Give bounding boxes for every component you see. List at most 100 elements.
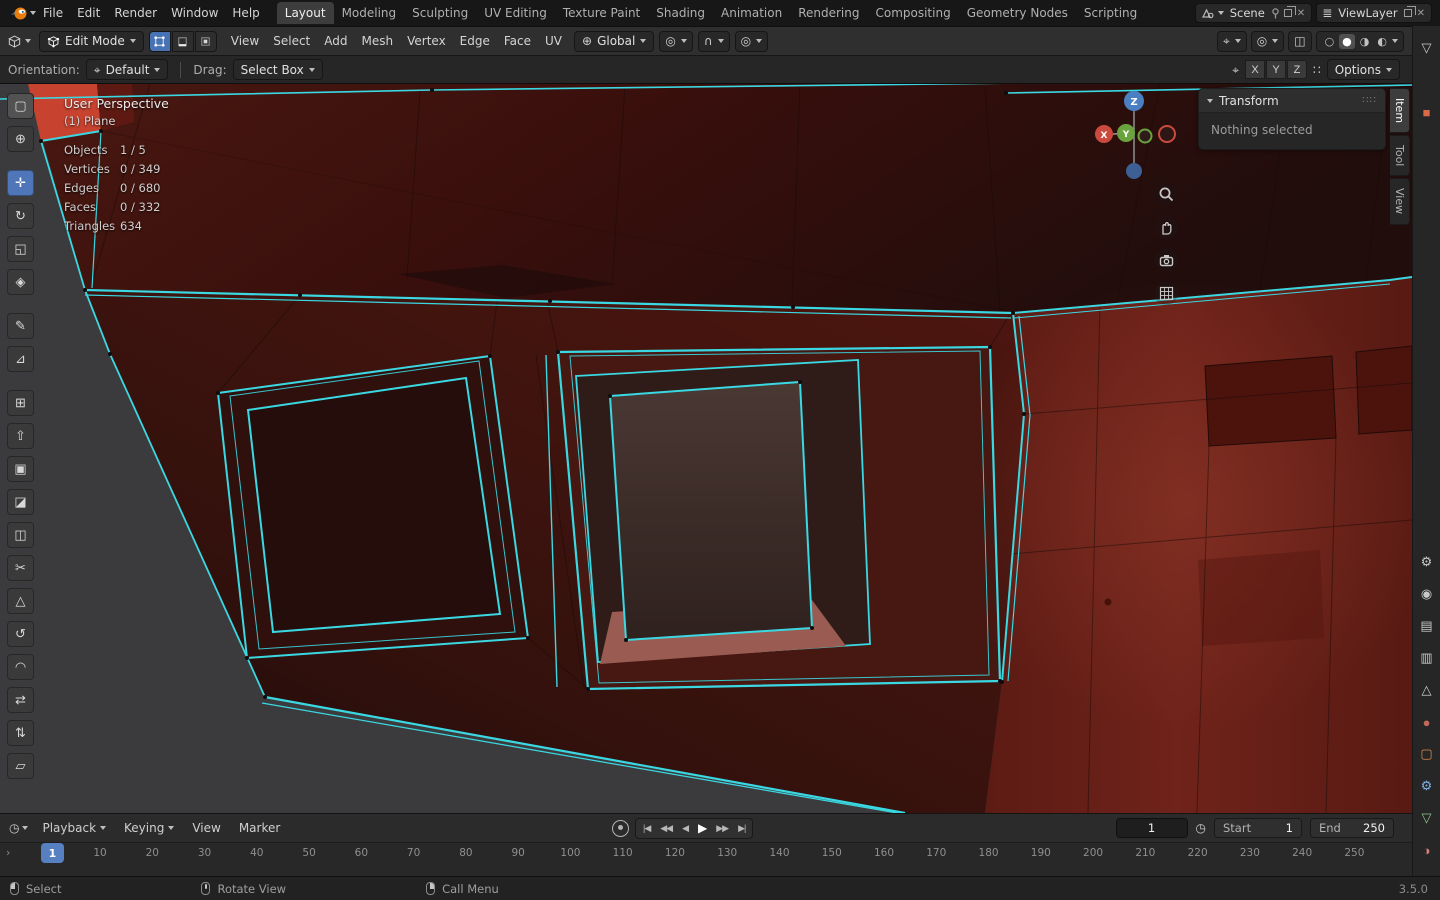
remove-viewlayer-icon[interactable]: ✕ bbox=[1416, 8, 1426, 19]
pivot-point-dropdown[interactable]: ◎ bbox=[659, 30, 693, 52]
edge-select-button[interactable] bbox=[171, 30, 194, 52]
camera-view-button[interactable] bbox=[1154, 248, 1178, 272]
topbar-menu[interactable]: Window bbox=[164, 3, 225, 23]
tool-button-rotate[interactable]: ↻ bbox=[7, 203, 34, 229]
show-overlays-dropdown[interactable]: ◎ bbox=[1250, 30, 1285, 52]
solid-shading-button[interactable]: ● bbox=[1339, 33, 1355, 49]
drag-dropdown[interactable]: Select Box bbox=[232, 59, 323, 80]
snapping-dropdown[interactable]: ∩ bbox=[697, 30, 730, 52]
pan-button[interactable] bbox=[1154, 215, 1178, 239]
tool-button-poly-build[interactable]: △ bbox=[7, 588, 34, 614]
topbar-menu[interactable]: Render bbox=[107, 3, 164, 23]
tool-button-bevel[interactable]: ◪ bbox=[7, 489, 34, 515]
transport-button-next-keyframe[interactable]: ▶▶ bbox=[711, 821, 733, 836]
properties-tab-data[interactable]: ▽ bbox=[1415, 806, 1439, 830]
properties-tab-tool[interactable]: ⚙ bbox=[1415, 550, 1439, 574]
properties-tab-material[interactable]: ◑ bbox=[1415, 838, 1439, 862]
properties-tab-output[interactable]: ▤ bbox=[1415, 614, 1439, 638]
workspace-tab[interactable]: Sculpting bbox=[404, 2, 476, 24]
zoom-button[interactable] bbox=[1154, 182, 1178, 206]
workspace-tab[interactable]: Layout bbox=[276, 2, 334, 24]
tool-button-transform[interactable]: ◈ bbox=[7, 269, 34, 295]
topbar-menu[interactable]: Edit bbox=[70, 3, 107, 23]
tool-button-move[interactable]: ✛ bbox=[7, 170, 34, 196]
tool-button-add-cube[interactable]: ⊞ bbox=[7, 390, 34, 416]
timeline-ruler[interactable]: › 1 10 20 30 40 50 60 70 80 90 100 110 120 130 140 150… bbox=[0, 842, 1440, 876]
preview-range-clock-icon[interactable]: ◷ bbox=[1196, 822, 1206, 834]
start-frame-field[interactable]: Start 1 bbox=[1214, 818, 1302, 838]
viewport-menu[interactable]: Face bbox=[497, 31, 538, 51]
properties-tab-modifiers[interactable]: ⚙ bbox=[1415, 774, 1439, 798]
properties-tab-view-layer[interactable]: ▥ bbox=[1415, 646, 1439, 670]
orientation-default-dropdown[interactable]: ⌖ Default bbox=[85, 59, 169, 80]
viewport-menu[interactable]: Mesh bbox=[355, 31, 401, 51]
tool-button-tweak-select[interactable]: ▢ bbox=[7, 93, 34, 119]
tool-button-inset-faces[interactable]: ▣ bbox=[7, 456, 34, 482]
workspace-tab[interactable]: Compositing bbox=[867, 2, 958, 24]
timeline-view-menu[interactable]: View bbox=[185, 818, 227, 838]
gizmo-y-neg-axis[interactable] bbox=[1137, 128, 1153, 144]
tool-button-measure[interactable]: ⊿ bbox=[7, 346, 34, 372]
tool-button-annotate[interactable]: ✎ bbox=[7, 313, 34, 339]
show-gizmo-dropdown[interactable]: ⌖ bbox=[1216, 30, 1247, 52]
playhead[interactable]: 1 bbox=[41, 843, 64, 863]
viewport-menu[interactable]: View bbox=[224, 31, 266, 51]
viewlayer-selector[interactable]: ≣ ViewLayer ✕ bbox=[1316, 3, 1432, 23]
strip-icon-filter[interactable]: ▽ bbox=[1415, 36, 1439, 60]
viewport-menu[interactable]: Vertex bbox=[400, 31, 453, 51]
topbar-menu[interactable]: Help bbox=[225, 3, 266, 23]
tool-button-smooth[interactable]: ◠ bbox=[7, 654, 34, 680]
viewport-menu[interactable]: Select bbox=[266, 31, 317, 51]
editor-type-button[interactable] bbox=[4, 32, 34, 51]
strip-icon-active-object[interactable]: ■ bbox=[1415, 100, 1439, 124]
orientation-dropdown[interactable]: ⊕ Global bbox=[574, 30, 655, 52]
properties-tab-object[interactable]: ▢ bbox=[1415, 742, 1439, 766]
tool-button-cursor[interactable]: ⊕ bbox=[7, 126, 34, 152]
transport-button-play[interactable]: ▶ bbox=[693, 819, 711, 837]
current-frame-field[interactable]: 1 bbox=[1115, 818, 1188, 838]
properties-tab-scene[interactable]: △ bbox=[1415, 678, 1439, 702]
workspace-tab[interactable]: Rendering bbox=[790, 2, 867, 24]
shading-caret-icon[interactable] bbox=[1392, 39, 1398, 43]
face-select-button[interactable] bbox=[194, 30, 217, 52]
timeline-editor-type-button[interactable]: ◷ bbox=[6, 820, 31, 836]
properties-tab-render[interactable]: ◉ bbox=[1415, 582, 1439, 606]
scene-selector[interactable]: Scene ✕ bbox=[1194, 3, 1313, 23]
3d-viewport[interactable]: ▢ ⊕ ✛ ↻ ◱ ◈ ✎ ⊿ ⊞ ⇧ ▣ ◪ ◫ ✂ △ ↺ ◠ ⇄ ⇅ ▱ User Perspective (1… bbox=[0, 84, 1412, 813]
blender-logo-icon[interactable] bbox=[10, 4, 28, 22]
tool-button-shear[interactable]: ▱ bbox=[7, 753, 34, 779]
gizmo-z-neg-axis[interactable] bbox=[1126, 163, 1142, 179]
proportional-editing-dropdown[interactable]: ◎ bbox=[734, 30, 769, 52]
workspace-tab[interactable]: Animation bbox=[713, 2, 790, 24]
auto-keying-toggle[interactable] bbox=[612, 819, 629, 837]
xray-toggle[interactable]: ◫ bbox=[1288, 30, 1312, 52]
transport-button-prev-frame[interactable]: ◀ bbox=[677, 821, 693, 836]
properties-tab-world[interactable]: ● bbox=[1415, 710, 1439, 734]
mode-dropdown[interactable]: Edit Mode bbox=[39, 30, 144, 52]
tool-button-shrink-fatten[interactable]: ⇅ bbox=[7, 720, 34, 746]
transport-button-jump-to-end[interactable]: ▶| bbox=[733, 821, 750, 836]
topbar-menu[interactable]: File bbox=[36, 3, 70, 23]
wireframe-shading-button[interactable]: ○ bbox=[1322, 34, 1338, 49]
options-dropdown[interactable]: Options bbox=[1326, 59, 1400, 80]
tool-button-knife[interactable]: ✂ bbox=[7, 555, 34, 581]
workspace-tab[interactable]: UV Editing bbox=[476, 2, 555, 24]
marker-menu[interactable]: Marker bbox=[232, 818, 287, 838]
workspace-tab[interactable]: Scripting bbox=[1076, 2, 1145, 24]
playback-menu[interactable]: Playback bbox=[35, 818, 113, 838]
mirror-axis-toggle[interactable]: X bbox=[1245, 60, 1266, 79]
vertex-select-button[interactable] bbox=[148, 30, 171, 52]
new-viewlayer-icon[interactable] bbox=[1403, 6, 1416, 17]
transform-pivot-icon[interactable]: ⌖ bbox=[1232, 64, 1239, 76]
mirror-axis-toggle[interactable]: Z bbox=[1287, 60, 1308, 79]
workspace-tab[interactable]: Shading bbox=[648, 2, 713, 24]
end-frame-field[interactable]: End 250 bbox=[1310, 818, 1394, 838]
unlink-scene-icon[interactable]: ✕ bbox=[1296, 8, 1306, 19]
tool-button-edge-slide[interactable]: ⇄ bbox=[7, 687, 34, 713]
tool-button-spin[interactable]: ↺ bbox=[7, 621, 34, 647]
snap-target-icon[interactable]: ∷ bbox=[1313, 64, 1321, 76]
tool-button-loop-cut[interactable]: ◫ bbox=[7, 522, 34, 548]
ortho-perspective-button[interactable] bbox=[1154, 281, 1178, 305]
transform-panel-header[interactable]: Transform ∷∷ bbox=[1199, 89, 1385, 113]
workspace-tab[interactable]: Modeling bbox=[334, 2, 405, 24]
